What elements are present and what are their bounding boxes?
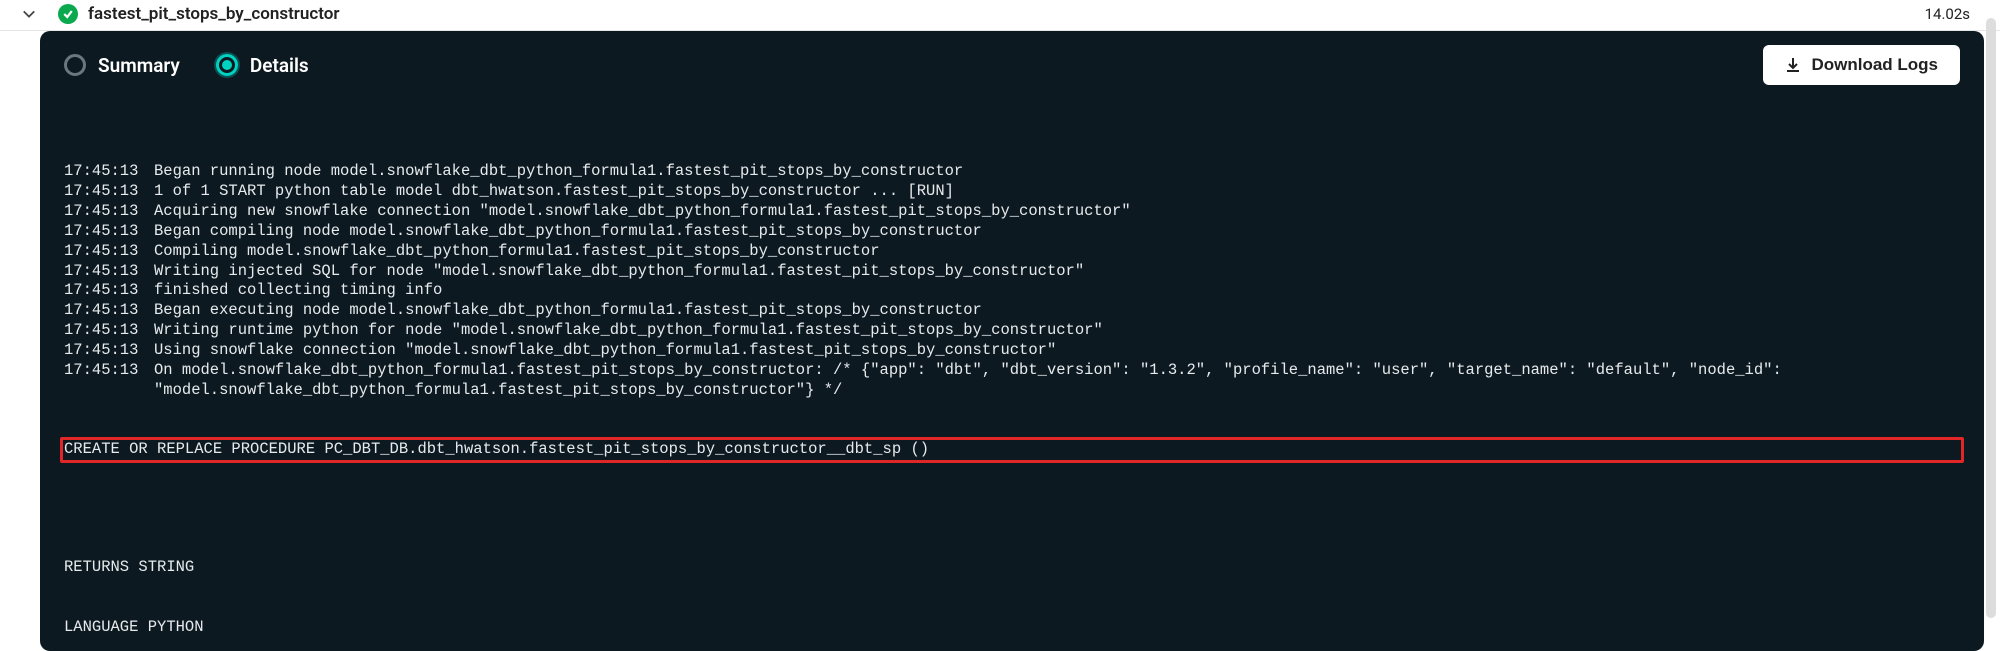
log-message: Began executing node model.snowflake_dbt… [154,301,1960,321]
log-line: 17:45:13finished collecting timing info [64,281,1960,301]
node-duration: 14.02s [1925,5,1970,23]
log-line: 17:45:13Began executing node model.snowf… [64,301,1960,321]
log-timestamp: 17:45:13 [64,341,154,361]
log-timestamp: 17:45:13 [64,301,154,321]
log-timestamp: 17:45:13 [64,242,154,262]
log-line: 17:45:13Began running node model.snowfla… [64,162,1960,182]
log-timestamp: 17:45:13 [64,361,154,401]
log-output[interactable]: 17:45:13Began running node model.snowfla… [40,103,1984,651]
node-header: fastest_pit_stops_by_constructor 14.02s [0,0,2000,31]
log-text: RETURNS STRING [64,558,1960,578]
log-timestamp: 17:45:13 [64,202,154,222]
log-message: finished collecting timing info [154,281,1960,301]
tab-details[interactable]: Details [216,54,309,77]
log-message: Began compiling node model.snowflake_dbt… [154,222,1960,242]
tab-label: Summary [98,54,180,77]
log-line: 17:45:13Compiling model.snowflake_dbt_py… [64,242,1960,262]
chevron-down-icon[interactable] [20,5,38,23]
radio-icon-active [216,54,238,76]
log-timestamp: 17:45:13 [64,222,154,242]
log-message: 1 of 1 START python table model dbt_hwat… [154,182,1960,202]
log-timestamp: 17:45:13 [64,262,154,282]
log-line: 17:45:13Began compiling node model.snowf… [64,222,1960,242]
log-message: Began running node model.snowflake_dbt_p… [154,162,1960,182]
log-text: CREATE OR REPLACE PROCEDURE PC_DBT_DB.db… [64,440,1960,460]
download-logs-button[interactable]: Download Logs [1763,45,1960,85]
log-message: Compiling model.snowflake_dbt_python_for… [154,242,1960,262]
scrollbar[interactable] [1986,18,1996,618]
log-line: 17:45:131 of 1 START python table model … [64,182,1960,202]
log-timestamp: 17:45:13 [64,281,154,301]
log-message: Writing runtime python for node "model.s… [154,321,1960,341]
tab-label: Details [250,54,309,77]
log-message: Using snowflake connection "model.snowfl… [154,341,1960,361]
log-line: 17:45:13Writing injected SQL for node "m… [64,262,1960,282]
success-check-icon [58,4,78,24]
tabs-row: Summary Details Download Logs [40,31,1984,103]
tab-summary[interactable]: Summary [64,54,180,77]
log-line: 17:45:13Using snowflake connection "mode… [64,341,1960,361]
log-text: LANGUAGE PYTHON [64,618,1960,638]
log-message: Writing injected SQL for node "model.sno… [154,262,1960,282]
download-label: Download Logs [1811,55,1938,75]
log-message: On model.snowflake_dbt_python_formula1.f… [154,361,1960,401]
log-line: 17:45:13On model.snowflake_dbt_python_fo… [64,361,1960,401]
log-line: 17:45:13Writing runtime python for node … [64,321,1960,341]
log-panel: Summary Details Download Logs 17:45:13Be… [40,31,1984,651]
download-icon [1785,57,1801,73]
log-timestamp: 17:45:13 [64,182,154,202]
log-line: 17:45:13Acquiring new snowflake connecti… [64,202,1960,222]
log-timestamp: 17:45:13 [64,321,154,341]
radio-icon [64,54,86,76]
log-timestamp: 17:45:13 [64,162,154,182]
node-title: fastest_pit_stops_by_constructor [88,4,1925,24]
log-message: Acquiring new snowflake connection "mode… [154,202,1960,222]
